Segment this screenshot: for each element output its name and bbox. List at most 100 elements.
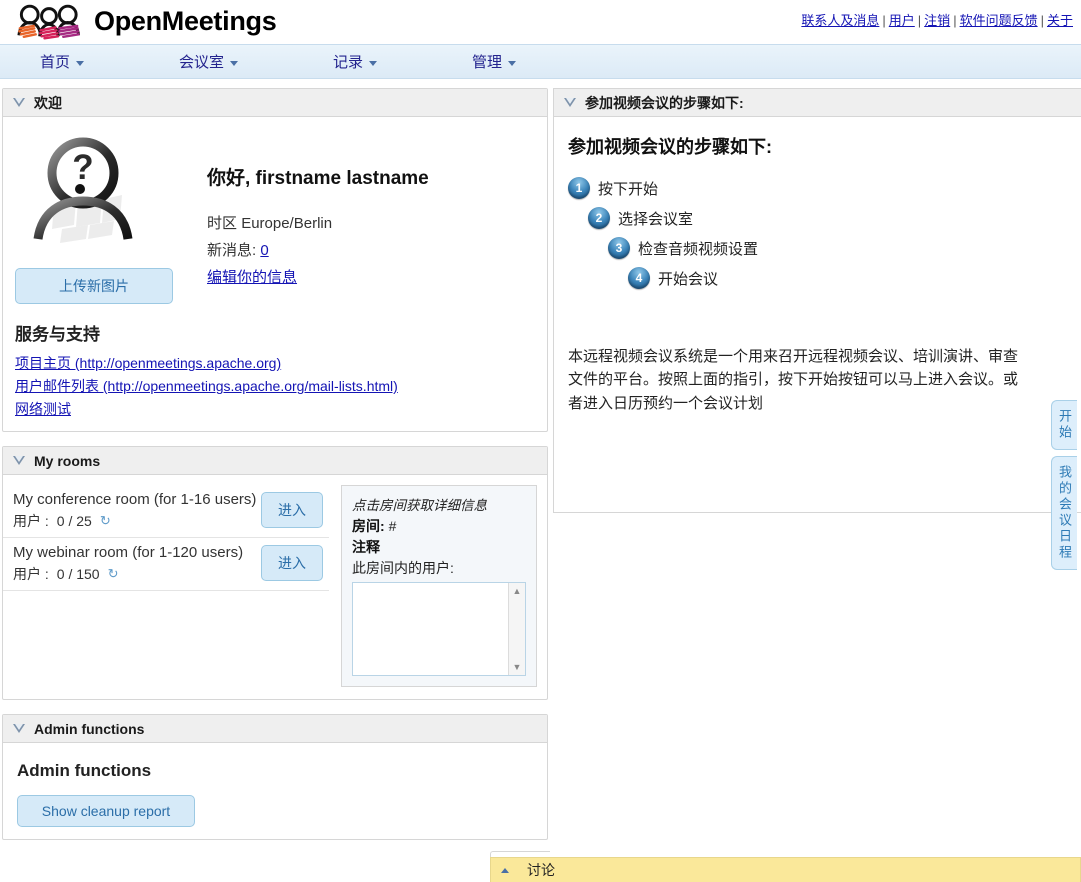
support-title: 服务与支持 <box>15 325 100 344</box>
link-users[interactable]: 用户 <box>889 13 915 28</box>
brand: OpenMeetings <box>12 2 277 40</box>
step-label: 按下开始 <box>598 180 659 198</box>
refresh-icon[interactable]: ↻ <box>100 513 111 529</box>
room-details-comment-label: 注释 <box>352 539 380 555</box>
link-logout[interactable]: 注销 <box>924 13 950 28</box>
svg-text:?: ? <box>72 148 93 187</box>
room-details-panel: 点击房间获取详细信息 房间: # 注释 此房间内的用户: ▲ ▼ <box>341 485 537 687</box>
link-separator: | <box>882 13 886 28</box>
support-link-row: 网络测试 <box>15 399 547 419</box>
side-tab-my-schedule[interactable]: 我的会议日程 <box>1051 456 1077 570</box>
support-link-row: 项目主页 (http://openmeetings.apache.org) <box>15 353 547 373</box>
main-navigation: 首页 会议室 记录 管理 <box>0 44 1081 79</box>
chevron-down-icon <box>230 60 239 66</box>
link-project-homepage[interactable]: 项目主页 (http://openmeetings.apache.org) <box>15 355 281 371</box>
link-separator: | <box>953 13 957 28</box>
step-item-1: 1 按下开始 <box>568 177 1067 199</box>
step-number-badge: 2 <box>588 207 610 229</box>
enter-room-button[interactable]: 进入 <box>261 544 323 581</box>
room-info: My webinar room (for 1-120 users) 用户 : 0… <box>13 542 243 584</box>
nav-item-label: 管理 <box>472 54 503 71</box>
side-tab-start[interactable]: 开始 <box>1051 400 1077 450</box>
link-user-mailing-list[interactable]: 用户邮件列表 (http://openmeetings.apache.org/m… <box>15 378 398 394</box>
welcome-panel: 欢迎 ? 上传新图片 你好, firstname lastname 时区 Eur… <box>2 88 548 432</box>
chevron-up-icon[interactable] <box>501 867 509 873</box>
refresh-icon[interactable]: ↻ <box>108 566 119 582</box>
room-title: My webinar room (for 1-120 users) <box>13 543 244 561</box>
step-number-badge: 4 <box>628 267 650 289</box>
top-links: 联系人及消息 | 用户 | 注销 | 软件问题反馈 | 关于 <box>801 10 1073 29</box>
steps-panel-body: 参加视频会议的步骤如下: 1 按下开始 2 选择会议室 3 检查音频视频设置 4… <box>554 117 1081 512</box>
steps-panel-header[interactable]: 参加视频会议的步骤如下: <box>554 89 1081 117</box>
left-column: 欢迎 ? 上传新图片 你好, firstname lastname 时区 Eur… <box>2 88 548 854</box>
nav-item-rooms[interactable]: 会议室 <box>179 51 239 72</box>
content-area: 欢迎 ? 上传新图片 你好, firstname lastname 时区 Eur… <box>0 80 1081 882</box>
scroll-down-arrow-icon[interactable]: ▼ <box>513 662 522 672</box>
scroll-up-arrow-icon[interactable]: ▲ <box>513 586 522 596</box>
steps-panel: 参加视频会议的步骤如下: 参加视频会议的步骤如下: 1 按下开始 2 选择会议室… <box>553 88 1081 513</box>
listbox-scrollbar[interactable]: ▲ ▼ <box>508 583 525 675</box>
step-item-2: 2 选择会议室 <box>588 207 1067 229</box>
timezone-value: Europe/Berlin <box>241 215 333 232</box>
link-network-test[interactable]: 网络测试 <box>15 401 71 417</box>
new-messages-count[interactable]: 0 <box>260 242 268 259</box>
new-messages-label: 新消息: <box>207 242 257 259</box>
room-details-hint: 点击房间获取详细信息 <box>352 498 487 513</box>
link-report-bug[interactable]: 软件问题反馈 <box>960 13 1038 28</box>
support-link-row: 用户邮件列表 (http://openmeetings.apache.org/m… <box>15 376 547 396</box>
room-list-item[interactable]: My webinar room (for 1-120 users) 用户 : 0… <box>3 538 329 591</box>
room-users-value: 0 / 150 <box>56 565 100 582</box>
step-label: 开始会议 <box>658 270 719 288</box>
step-label: 选择会议室 <box>618 210 694 228</box>
admin-heading: Admin functions <box>17 761 152 780</box>
link-about[interactable]: 关于 <box>1047 13 1073 28</box>
greeting-text: 你好, firstname lastname <box>207 168 429 189</box>
room-details-room-value: # <box>388 518 397 534</box>
timezone-label: 时区 <box>207 215 238 232</box>
unknown-user-avatar-icon: ? <box>33 137 133 243</box>
room-details-users-label: 此房间内的用户: <box>352 560 454 576</box>
show-cleanup-report-button[interactable]: Show cleanup report <box>17 795 195 827</box>
upload-picture-button[interactable]: 上传新图片 <box>15 268 173 304</box>
three-people-logo-icon <box>17 4 81 40</box>
brand-name: OpenMeetings <box>94 6 277 36</box>
nav-item-label: 首页 <box>40 54 71 71</box>
app-header: OpenMeetings 联系人及消息 | 用户 | 注销 | 软件问题反馈 | 关于 <box>0 0 1081 44</box>
timezone-line: 时区 Europe/Berlin <box>207 212 429 233</box>
welcome-panel-body: ? 上传新图片 你好, firstname lastname 时区 Europe… <box>3 117 547 314</box>
nav-item-recordings[interactable]: 记录 <box>333 51 378 72</box>
enter-room-button[interactable]: 进入 <box>261 491 323 528</box>
triangle-down-icon[interactable] <box>13 724 26 733</box>
step-number-badge: 1 <box>568 177 590 199</box>
nav-item-label: 会议室 <box>179 54 225 71</box>
triangle-down-icon[interactable] <box>13 98 26 107</box>
room-users: 用户 : 0 / 25 ↻ <box>13 511 256 531</box>
welcome-panel-header[interactable]: 欢迎 <box>3 89 547 117</box>
chat-bar[interactable]: 讨论 <box>490 857 1081 882</box>
triangle-down-icon[interactable] <box>13 456 26 465</box>
steps-description: 本远程视频会议系统是一个用来召开远程视频会议、培训演讲、审查文件的平台。按照上面… <box>568 348 1019 412</box>
room-list-item[interactable]: My conference room (for 1-16 users) 用户 :… <box>3 485 329 538</box>
chevron-down-icon <box>508 60 517 66</box>
new-messages-line: 新消息: 0 <box>207 239 429 260</box>
avatar-column: ? 上传新图片 <box>15 131 193 304</box>
step-item-3: 3 检查音频视频设置 <box>608 237 1067 259</box>
admin-functions-panel: Admin functions Admin functions Show cle… <box>2 714 548 840</box>
room-details-comment: 注释 <box>352 537 526 557</box>
room-users: 用户 : 0 / 150 ↻ <box>13 564 243 584</box>
room-users-label: 用户 : <box>13 565 49 582</box>
nav-item-label: 记录 <box>333 54 364 71</box>
user-info-column: 你好, firstname lastname 时区 Europe/Berlin … <box>193 131 429 304</box>
room-users-value: 0 / 25 <box>56 512 92 529</box>
triangle-down-icon[interactable] <box>564 98 577 107</box>
nav-item-home[interactable]: 首页 <box>40 51 85 72</box>
link-contacts-and-messages[interactable]: 联系人及消息 <box>801 13 879 28</box>
my-rooms-panel-header[interactable]: My rooms <box>3 447 547 475</box>
nav-item-administration[interactable]: 管理 <box>472 51 517 72</box>
room-users-listbox[interactable]: ▲ ▼ <box>352 582 526 676</box>
my-rooms-panel-body: My conference room (for 1-16 users) 用户 :… <box>3 475 547 699</box>
chevron-down-icon <box>76 60 85 66</box>
edit-profile-link[interactable]: 编辑你的信息 <box>207 269 297 286</box>
admin-functions-panel-header[interactable]: Admin functions <box>3 715 547 743</box>
link-separator: | <box>1040 13 1044 28</box>
